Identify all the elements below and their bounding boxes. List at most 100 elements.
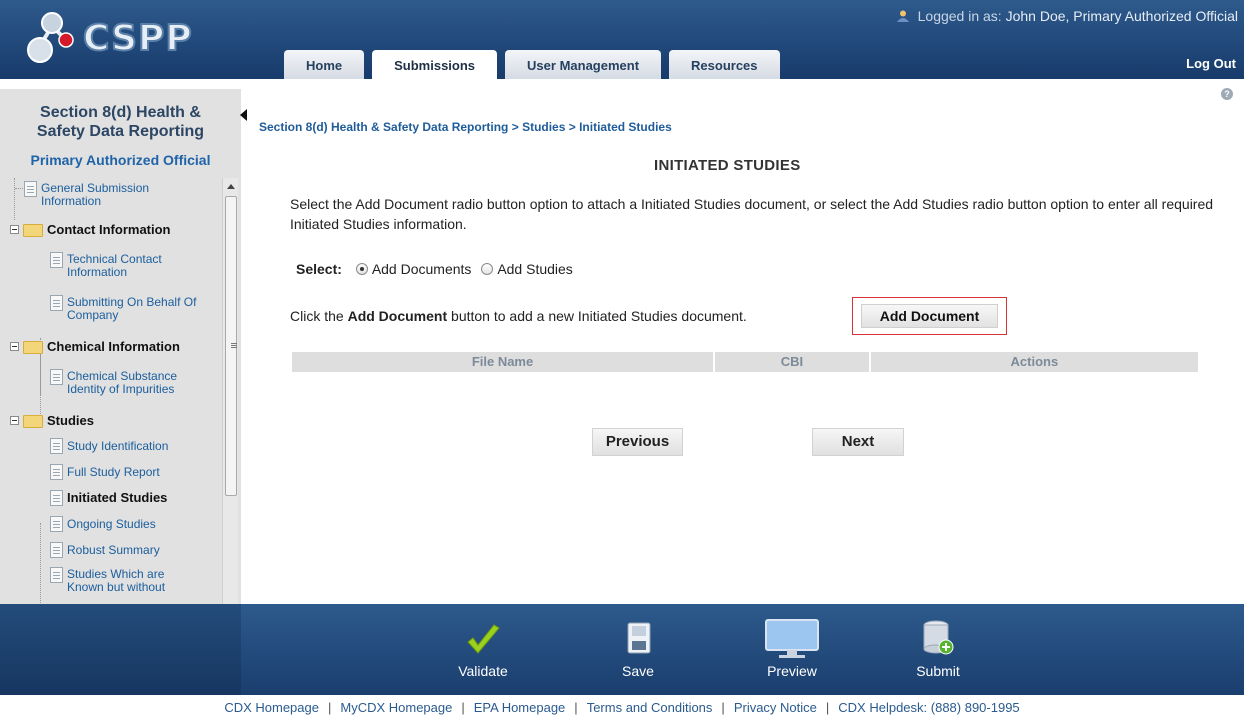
footer-link-cdx-homepage[interactable]: CDX Homepage xyxy=(224,700,319,715)
submit-button[interactable]: Submit xyxy=(903,604,973,695)
select-label: Select: xyxy=(296,261,342,277)
footer-separator: | xyxy=(721,700,725,715)
header-bar: CSPP Logged in as: John Doe, Primary Aut… xyxy=(0,0,1244,79)
next-button[interactable]: Next xyxy=(812,428,904,456)
app-root: CSPP Logged in as: John Doe, Primary Aut… xyxy=(0,0,1244,721)
add-document-instruction: Click the Add Document button to add a n… xyxy=(290,308,747,324)
monitor-icon xyxy=(765,619,819,658)
previous-button[interactable]: Previous xyxy=(592,428,683,456)
logged-in-label: Logged in as: xyxy=(917,8,1002,24)
footer-link-epa-homepage[interactable]: EPA Homepage xyxy=(474,700,566,715)
add-document-button-highlight: Add Document xyxy=(852,297,1007,335)
sidebar-role: Primary Authorized Official xyxy=(30,152,211,168)
help-icon[interactable]: ? xyxy=(1221,88,1233,100)
footer-separator: | xyxy=(574,700,578,715)
logged-in-user: John Doe, Primary Authorized Official xyxy=(1005,8,1238,24)
tree-item-label: Ongoing Studies xyxy=(67,517,156,531)
add-doc-text-pre: Click the xyxy=(290,308,348,324)
collapse-sidebar-arrow-icon[interactable] xyxy=(240,109,247,121)
document-icon xyxy=(50,438,63,454)
radio-label-add-studies[interactable]: Add Studies xyxy=(497,261,573,277)
footer-link-mycdx-homepage[interactable]: MyCDX Homepage xyxy=(340,700,452,715)
breadcrumb-item[interactable]: Studies xyxy=(522,120,565,134)
tab-resources[interactable]: Resources xyxy=(669,50,780,79)
breadcrumb-separator: > xyxy=(508,120,523,134)
document-icon xyxy=(50,295,63,311)
footer-link-helpdesk[interactable]: CDX Helpdesk: (888) 890-1995 xyxy=(838,700,1019,715)
tree-connector xyxy=(40,523,41,604)
folder-icon xyxy=(23,415,43,428)
tree-item-label-active: Initiated Studies xyxy=(67,490,168,505)
molecule-icon xyxy=(27,12,74,63)
tree-item-label: Studies Which are Known but without xyxy=(67,567,166,594)
footer-links: CDX Homepage | MyCDX Homepage | EPA Homepage… xyxy=(0,695,1244,721)
sidebar-title: Section 8(d) Health & Safety Data Report… xyxy=(0,103,241,141)
tree-group-contact-information[interactable]: Contact Information xyxy=(10,222,210,238)
sidebar-title-line1: Section 8(d) Health & xyxy=(40,104,201,121)
tree-connector xyxy=(14,178,15,220)
documents-table-header: File Name CBI Actions xyxy=(292,352,1200,372)
page-title: INITIATED STUDIES xyxy=(654,157,801,174)
tree-group-studies[interactable]: Studies xyxy=(10,413,210,429)
document-icon xyxy=(50,252,63,268)
footer-separator: | xyxy=(461,700,465,715)
breadcrumb-item-current: Initiated Studies xyxy=(579,120,672,134)
navigation-tree: General Submission Information Contact I… xyxy=(10,178,220,604)
tab-user-management[interactable]: User Management xyxy=(505,50,662,79)
tree-item-label: Robust Summary xyxy=(67,543,160,557)
collapse-minus-icon[interactable] xyxy=(10,225,19,234)
database-submit-icon xyxy=(923,620,954,655)
select-option-row: Select: Add Documents Add Studies xyxy=(296,261,573,277)
add-document-button[interactable]: Add Document xyxy=(861,304,998,328)
footer-separator: | xyxy=(327,700,332,715)
action-bar: Validate Save Preview Submit xyxy=(0,604,1244,695)
tree-item-label: Submitting On Behalf Of Company xyxy=(67,295,197,322)
sidebar-scrollbar[interactable] xyxy=(222,178,238,604)
tree-item-label: Chemical Substance Identity of Impuritie… xyxy=(67,369,178,396)
tree-item-label: Study Identification xyxy=(67,439,169,453)
radio-add-documents[interactable] xyxy=(355,263,368,275)
cspp-logo[interactable]: CSPP xyxy=(22,8,222,70)
validate-button[interactable]: Validate xyxy=(448,604,518,695)
footer-link-privacy[interactable]: Privacy Notice xyxy=(734,700,817,715)
collapse-minus-icon[interactable] xyxy=(10,416,19,425)
save-label: Save xyxy=(622,663,654,679)
tab-submissions[interactable]: Submissions xyxy=(372,50,498,79)
add-doc-text-post: button to add a new Initiated Studies do… xyxy=(447,308,747,324)
breadcrumb-separator: > xyxy=(565,120,580,134)
logged-in-info: Logged in as: John Doe, Primary Authoriz… xyxy=(896,8,1238,24)
tree-group-label: Chemical Information xyxy=(47,339,180,354)
footer-separator: | xyxy=(825,700,830,715)
scrollbar-thumb[interactable] xyxy=(225,196,237,496)
tree-item-label: General Submission Information xyxy=(41,181,150,208)
sidebar-title-line2: Safety Data Reporting xyxy=(36,123,205,140)
user-icon xyxy=(896,10,909,22)
tree-group-label: Studies xyxy=(47,413,94,428)
scroll-up-arrow-icon[interactable] xyxy=(227,184,235,189)
column-header-actions: Actions xyxy=(870,352,1198,372)
save-button[interactable]: Save xyxy=(603,604,673,695)
document-icon xyxy=(50,516,63,532)
logo-text: CSPP xyxy=(82,17,193,60)
document-icon xyxy=(50,464,63,480)
footer-link-terms[interactable]: Terms and Conditions xyxy=(587,700,713,715)
tree-group-label: Contact Information xyxy=(47,222,171,237)
breadcrumb-item[interactable]: Section 8(d) Health & Safety Data Report… xyxy=(259,120,508,134)
folder-icon xyxy=(23,224,43,237)
radio-add-studies[interactable] xyxy=(481,263,494,275)
document-icon xyxy=(24,181,37,197)
logout-link[interactable]: Log Out xyxy=(1186,56,1236,71)
preview-label: Preview xyxy=(767,663,817,679)
column-header-cbi[interactable]: CBI xyxy=(715,352,869,372)
instructions-text: Select the Add Document radio button opt… xyxy=(290,196,1214,232)
collapse-minus-icon[interactable] xyxy=(10,342,19,351)
preview-button[interactable]: Preview xyxy=(757,604,827,695)
column-header-file-name[interactable]: File Name xyxy=(292,352,714,372)
radio-label-add-documents[interactable]: Add Documents xyxy=(372,261,472,277)
document-icon xyxy=(50,542,63,558)
tab-home[interactable]: Home xyxy=(284,50,365,79)
folder-icon xyxy=(23,341,43,354)
submit-label: Submit xyxy=(916,663,960,679)
tree-group-chemical-information[interactable]: Chemical Information xyxy=(10,339,210,355)
document-icon xyxy=(50,369,63,385)
